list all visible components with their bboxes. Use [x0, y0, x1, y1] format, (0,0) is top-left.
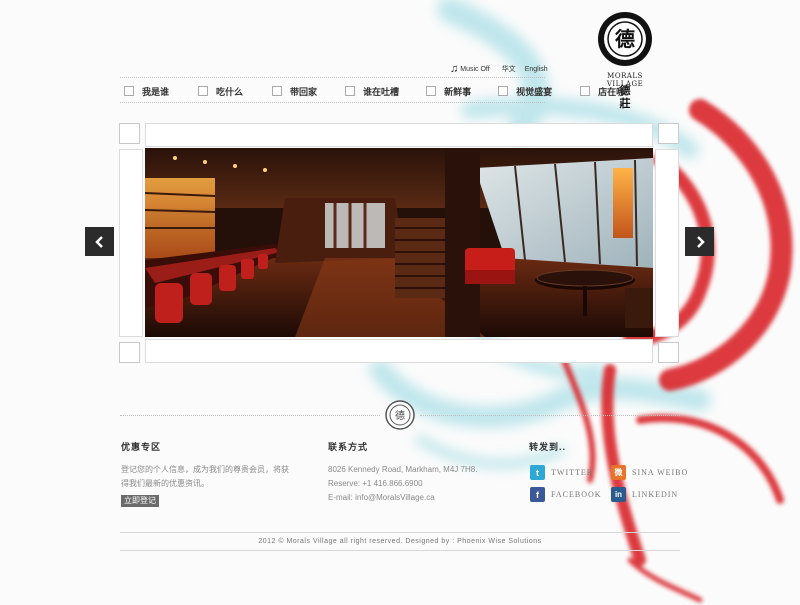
lang-english[interactable]: English	[525, 66, 548, 73]
linkedin-icon: in	[611, 487, 626, 502]
copyright-text: 2012 © Morals Village all right reserved…	[258, 538, 542, 545]
nav-item-about[interactable]: 我是谁	[124, 85, 169, 98]
nav-top-divider	[120, 77, 545, 78]
nav-box-icon	[580, 86, 591, 96]
nav-label: 我是谁	[142, 86, 170, 97]
svg-text:德: 德	[615, 27, 635, 51]
nav-label: 谁在吐槽	[363, 86, 400, 97]
nav-label: 吃什么	[216, 86, 244, 97]
nav-box-icon	[272, 86, 283, 96]
seal-medallion-icon: 德	[385, 400, 415, 430]
frame-edge-left	[119, 149, 143, 337]
nav-box-icon	[124, 86, 134, 96]
nav-item-reviews[interactable]: 谁在吐槽	[345, 85, 399, 98]
share-weibo[interactable]: 微 SINA WEIBO	[611, 465, 688, 480]
share-title: 转发到..	[529, 442, 567, 452]
music-note-icon[interactable]: ♫	[450, 63, 458, 75]
copyright-top-divider	[120, 532, 680, 533]
restaurant-interior-image	[145, 148, 653, 337]
share-label: FACEBOOK	[551, 490, 602, 499]
footer-divider-right	[420, 415, 680, 416]
slider-prev-button[interactable]	[85, 227, 114, 256]
nav-label: 视觉盛宴	[516, 86, 553, 97]
slider-photo	[145, 148, 653, 337]
nav-box-icon	[198, 86, 209, 96]
promo-text-line: 得我们最新的优惠资讯。	[121, 479, 209, 488]
nav-box-icon	[345, 86, 356, 96]
utility-bar: ♫ Music Off 华文 English	[450, 62, 557, 76]
music-toggle[interactable]: Music Off	[460, 66, 489, 73]
nav-label: 新鲜事	[444, 86, 472, 97]
frame-edge-right	[655, 149, 679, 337]
nav-label: 店在哪	[598, 86, 626, 97]
promo-text: 登记您的个人信息，成为我们的尊贵会员，将获 得我们最新的优惠资讯。	[121, 463, 311, 491]
lang-chinese[interactable]: 华文	[502, 64, 516, 74]
share-facebook[interactable]: f FACEBOOK	[530, 487, 602, 502]
contact-details: 8026 Kennedy Road, Markham, M4J 7H8. Res…	[328, 463, 518, 505]
nav-box-icon	[498, 86, 509, 96]
share-twitter[interactable]: t TWITTER	[530, 465, 593, 480]
chevron-left-icon	[94, 235, 103, 248]
svg-text:德: 德	[395, 409, 405, 422]
nav-item-menu[interactable]: 吃什么	[198, 85, 243, 98]
promo-title: 优惠专区	[121, 442, 162, 452]
nav-item-gallery[interactable]: 视觉盛宴	[498, 85, 552, 98]
seal-icon: 德	[598, 12, 652, 66]
nav-item-news[interactable]: 新鲜事	[426, 85, 471, 98]
contact-title: 联系方式	[328, 442, 369, 452]
frame-corner	[119, 123, 140, 144]
nav-bottom-divider	[120, 102, 545, 103]
slider-next-button[interactable]	[685, 227, 714, 256]
nav-label: 带回家	[290, 86, 318, 97]
nav-item-takeout[interactable]: 带回家	[272, 85, 317, 98]
nav-box-icon	[426, 86, 437, 96]
footer-divider-left	[120, 415, 380, 416]
nav-item-locations[interactable]: 店在哪	[580, 85, 625, 98]
chevron-right-icon	[696, 235, 705, 248]
promo-text-line: 登记您的个人信息，成为我们的尊贵会员，将获	[121, 465, 289, 474]
contact-address: 8026 Kennedy Road, Markham, M4J 7H8.	[328, 465, 478, 474]
frame-corner	[658, 342, 679, 363]
weibo-icon: 微	[611, 465, 626, 480]
register-button[interactable]: 立即登记	[121, 495, 159, 507]
twitter-icon: t	[530, 465, 545, 480]
frame-edge-bottom	[145, 339, 653, 363]
share-label: SINA WEIBO	[632, 468, 689, 477]
frame-corner	[658, 123, 679, 144]
main-nav: 我是谁 吃什么 带回家 谁在吐槽 新鲜事 视觉盛宴 店在哪	[124, 84, 625, 98]
frame-corner	[119, 342, 140, 363]
contact-reserve: Reserve: +1 416.866.6900	[328, 479, 423, 488]
copyright-bottom-divider	[120, 550, 680, 551]
share-label: LINKEDIN	[632, 490, 679, 499]
contact-email[interactable]: E-mail: info@MoralsVillage.ca	[328, 491, 518, 505]
share-label: TWITTER	[551, 468, 594, 477]
facebook-icon: f	[530, 487, 545, 502]
frame-edge-top	[145, 123, 653, 147]
share-linkedin[interactable]: in LINKEDIN	[611, 487, 678, 502]
